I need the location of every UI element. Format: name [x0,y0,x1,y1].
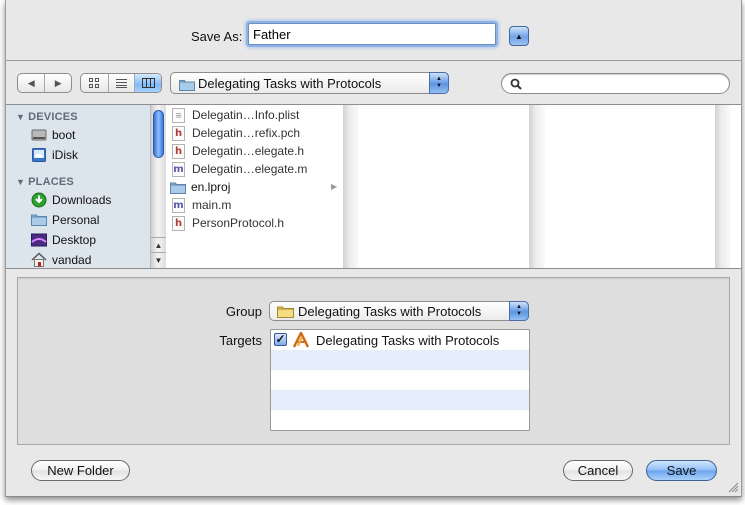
targets-label: Targets [219,333,262,348]
group-popup[interactable]: Delegating Tasks with Protocols ▲ ▼ [269,301,529,321]
folder-icon [31,214,47,226]
empty-row [271,410,529,430]
file-browser: ▼ DEVICES boot iDisk ▼ PLACES Downloads Pe… [6,104,741,269]
implementation-file-icon: m [172,161,185,177]
save-dialog: Save As: ▲ ◀ ▶ Delegating Tasks with Pro… [5,0,742,497]
file-item[interactable]: ≡ Delegatin…Info.plist [172,106,299,124]
list-view-icon [115,78,127,88]
popup-stepper-icon: ▲ ▼ [509,301,529,321]
view-mode-control [80,73,162,93]
disclosure-arrow-icon: ▶ [331,182,338,191]
home-icon [31,252,47,267]
sidebar-item-boot[interactable]: boot [31,126,75,144]
file-item[interactable]: m main.m [172,196,231,214]
target-checkbox[interactable]: ✓ [274,333,287,346]
search-icon [510,78,522,90]
file-item[interactable]: m Delegatin…elegate.m [172,160,307,178]
group-value: Delegating Tasks with Protocols [298,304,482,319]
back-arrow-icon: ◀ [27,77,35,88]
triangle-up-icon: ▲ [515,31,523,41]
implementation-file-icon: m [172,197,185,213]
column-divider [529,105,545,268]
empty-row [271,350,529,370]
scrollbar-thumb[interactable] [153,110,164,158]
header-file-icon: h [172,125,185,141]
collapse-dialog-button[interactable]: ▲ [509,26,529,46]
save-as-label: Save As: [191,29,243,44]
desktop-icon [31,233,47,247]
folder-icon [170,182,186,194]
scroll-up-button[interactable]: ▲ [151,237,166,253]
file-item[interactable]: h Delegatin…elegate.h [172,142,304,160]
forward-button[interactable]: ▶ [44,74,71,92]
disclosure-triangle-icon: ▼ [16,177,26,187]
column-divider [343,105,359,268]
folder-icon [277,306,294,318]
list-view-button[interactable] [107,74,135,92]
sidebar-section-places[interactable]: ▼ PLACES [16,176,74,188]
downloads-icon [31,192,47,208]
location-popup[interactable]: Delegating Tasks with Protocols ▲ ▼ [170,72,449,94]
sidebar-item-desktop[interactable]: Desktop [31,231,96,249]
idisk-icon [32,148,46,162]
sidebar-section-devices[interactable]: ▼ DEVICES [16,111,78,123]
folder-icon [179,80,195,91]
new-folder-button[interactable]: New Folder [31,460,130,481]
cancel-button[interactable]: Cancel [563,460,633,481]
column-divider [715,105,731,268]
sidebar-item-downloads[interactable]: Downloads [31,191,111,209]
column-view-icon [141,78,155,88]
file-item[interactable]: h PersonProtocol.h [172,214,284,232]
location-label: Delegating Tasks with Protocols [198,76,382,91]
search-input[interactable] [526,75,720,94]
target-row[interactable]: ✓ Delegating Tasks with Protocols [271,330,529,350]
header-file-icon: h [172,143,185,159]
sidebar-item-personal[interactable]: Personal [31,211,99,229]
file-item[interactable]: h Delegatin…refix.pch [172,124,300,142]
divider [6,60,741,61]
empty-row [271,390,529,410]
browser-column: ≡ Delegatin…Info.plist h Delegatin…refix… [166,105,352,268]
back-button[interactable]: ◀ [18,74,44,92]
icon-view-button[interactable] [81,74,108,92]
group-label: Group [225,304,262,319]
popup-stepper-icon: ▲ ▼ [429,72,449,94]
save-button[interactable]: Save [646,460,717,481]
sidebar-item-idisk[interactable]: iDisk [31,146,78,164]
sidebar-item-vandad[interactable]: vandad [31,251,91,268]
forward-arrow-icon: ▶ [54,77,62,88]
scroll-down-button[interactable]: ▼ [151,252,166,268]
resize-grip-icon[interactable] [728,482,739,493]
search-field[interactable] [501,73,730,94]
hard-drive-icon [31,129,47,141]
disclosure-triangle-icon: ▼ [16,112,26,122]
navigation-control: ◀ ▶ [17,73,72,93]
empty-row [271,370,529,390]
plist-file-icon: ≡ [172,107,185,123]
folder-item[interactable]: en.lproj [170,178,230,196]
targets-list: ✓ Delegating Tasks with Protocols [270,329,530,431]
icon-view-icon [89,78,100,88]
sidebar-scrollbar[interactable]: ▲ ▼ [150,105,166,268]
app-target-icon [292,332,310,348]
sidebar: ▼ DEVICES boot iDisk ▼ PLACES Downloads Pe… [6,105,150,268]
target-label: Delegating Tasks with Protocols [316,333,500,348]
column-view-button[interactable] [134,74,161,92]
header-file-icon: h [172,215,185,231]
save-as-input[interactable] [248,23,496,45]
